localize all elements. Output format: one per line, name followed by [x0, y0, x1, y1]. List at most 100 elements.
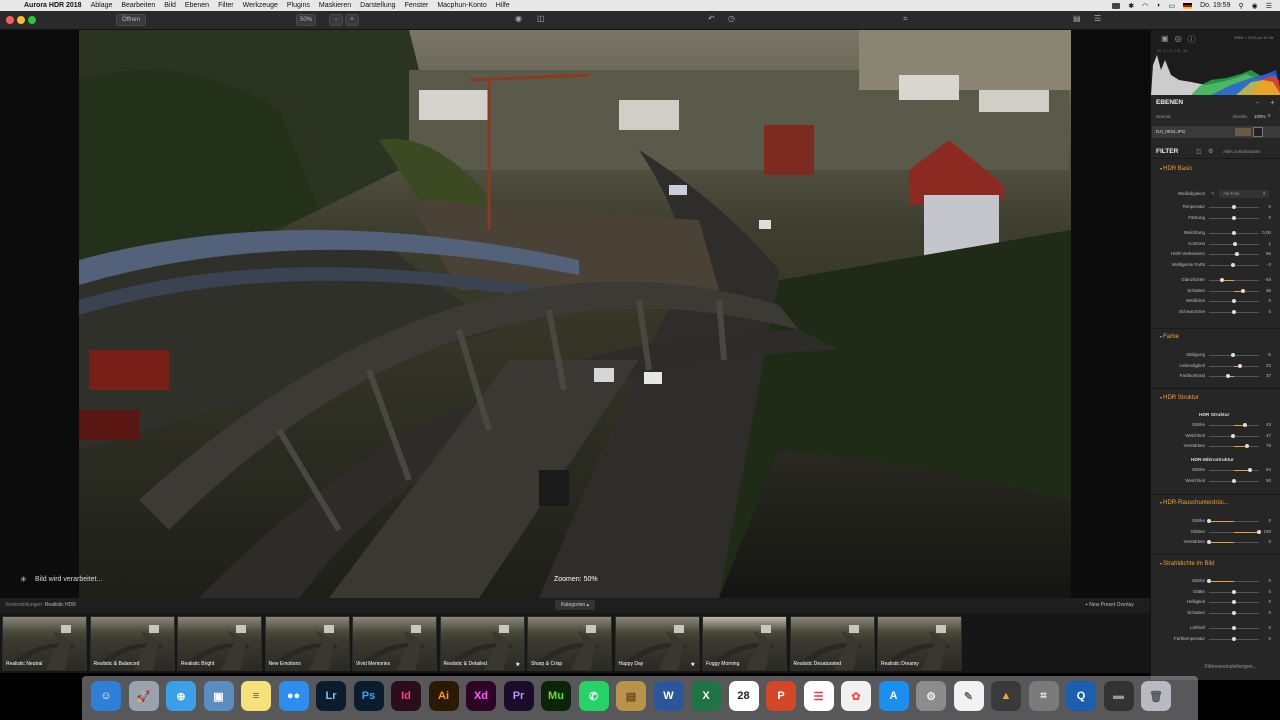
trash-icon[interactable]: 🗑	[1141, 681, 1171, 711]
status-menu-icon[interactable]	[1112, 2, 1121, 9]
app-store-icon[interactable]: A	[878, 681, 909, 711]
layer-settings-icon[interactable]: ⚙	[1267, 113, 1271, 119]
clock[interactable]: Do. 19:59	[1200, 2, 1230, 9]
photoshop-icon[interactable]: Ps	[353, 681, 384, 711]
menu-item-ablage[interactable]: Ablage	[91, 2, 113, 9]
preset-thumbnail[interactable]: Realistic Desaturated	[789, 616, 875, 671]
preset-thumbnail[interactable]: Foggy Morning	[702, 616, 787, 671]
adjustments-panel-icon[interactable]: ☰	[1094, 14, 1101, 23]
slider-track[interactable]	[1209, 278, 1259, 282]
slider-value[interactable]: 43	[1266, 422, 1271, 427]
slider-track[interactable]	[1209, 215, 1259, 220]
premiere-icon[interactable]: Pr	[503, 681, 534, 711]
illustrator-icon[interactable]: Ai	[428, 681, 459, 711]
white-balance-select[interactable]: Als Foto ⇕	[1219, 190, 1269, 198]
menu-item-darstellung[interactable]: Darstellung	[360, 2, 395, 9]
slider-track[interactable]	[1207, 519, 1259, 523]
group-hdr-struktur[interactable]: HDR Struktur	[1160, 395, 1199, 401]
bluetooth-icon[interactable]: ✱	[1128, 2, 1134, 10]
slider-knob[interactable]	[1207, 579, 1211, 583]
slider-knob[interactable]	[1232, 231, 1236, 235]
slider-value[interactable]: 36	[1266, 288, 1271, 293]
mask-icon[interactable]: ◫	[1196, 148, 1202, 155]
powerpoint-icon[interactable]: P	[766, 681, 796, 711]
system-preferences-icon[interactable]: ⚙	[916, 681, 946, 711]
whatsapp-icon[interactable]: ✆	[578, 681, 609, 711]
slider-track[interactable]	[1209, 231, 1259, 235]
slider-track[interactable]	[1209, 478, 1259, 483]
menu-item-bild[interactable]: Bild	[164, 2, 176, 9]
battery-icon[interactable]: ▭	[1168, 2, 1175, 10]
slider-value[interactable]: 0	[1268, 625, 1271, 630]
slider-value[interactable]: 0	[1268, 578, 1271, 583]
notification-center-icon[interactable]: ☰	[1266, 2, 1272, 10]
messages-icon[interactable]: ●●	[278, 681, 309, 711]
slider-value[interactable]: 0	[1268, 539, 1271, 544]
reminders-icon[interactable]: ☰	[803, 681, 834, 711]
slider-knob[interactable]	[1207, 519, 1211, 523]
new-preset-overlay-button[interactable]: + New Preset Overlay	[1085, 602, 1134, 608]
slider-value[interactable]: 100	[1263, 529, 1271, 534]
finder-icon[interactable]: ☺	[91, 681, 121, 711]
slider-track[interactable]	[1209, 600, 1259, 604]
preset-thumbnail[interactable]: Realistic Bright	[177, 616, 262, 671]
slider-track[interactable]	[1207, 579, 1259, 583]
menu-item-fenster[interactable]: Fenster	[405, 2, 429, 9]
slider-knob[interactable]	[1232, 626, 1236, 630]
slider-track[interactable]	[1209, 626, 1259, 630]
slider-track[interactable]	[1207, 540, 1259, 544]
slider-knob[interactable]	[1232, 636, 1236, 641]
preset-thumbnail[interactable]: Sharp & Crisp	[527, 616, 612, 671]
slider-value[interactable]: 37	[1266, 373, 1271, 378]
slider-track[interactable]	[1209, 468, 1259, 472]
slider-track[interactable]	[1209, 636, 1259, 641]
safari-icon[interactable]: ⊕	[166, 681, 196, 711]
slider-knob[interactable]	[1232, 600, 1236, 604]
filter-title[interactable]: FILTER	[1156, 148, 1178, 155]
open-button[interactable]: Öffnen	[116, 14, 146, 26]
group-farbe[interactable]: Farbe	[1160, 334, 1179, 340]
crop-icon[interactable]: ⌗	[903, 14, 908, 24]
excel-icon[interactable]: X	[691, 681, 721, 711]
zoom-in-button[interactable]: +	[345, 14, 359, 26]
siri-icon[interactable]: ◉	[1252, 2, 1258, 10]
layers-title[interactable]: EBENEN	[1156, 99, 1183, 106]
slider-value[interactable]: 0	[1268, 589, 1271, 594]
indesign-icon[interactable]: Id	[391, 681, 421, 711]
menu-item-werkzeuge[interactable]: Werkzeuge	[243, 2, 278, 9]
muse-icon[interactable]: Mu	[541, 681, 571, 711]
screenshot-icon[interactable]: ⌗	[1028, 681, 1059, 711]
downloads-folder-icon[interactable]: ▬	[1103, 681, 1134, 711]
slider-knob[interactable]	[1232, 205, 1236, 209]
eyedropper-icon[interactable]: ✎	[1211, 191, 1215, 197]
slider-knob[interactable]	[1243, 423, 1247, 427]
slider-knob[interactable]	[1245, 444, 1249, 448]
slider-track[interactable]	[1209, 205, 1259, 209]
slider-value[interactable]: 0,00	[1262, 230, 1271, 235]
preset-thumbnail[interactable]: Realistic Neutral	[2, 616, 87, 671]
launchpad-icon[interactable]: 🚀	[128, 681, 159, 711]
slider-knob[interactable]	[1230, 433, 1235, 438]
word-icon[interactable]: W	[653, 681, 684, 711]
slider-track[interactable]	[1209, 423, 1259, 427]
xd-icon[interactable]: Xd	[466, 681, 496, 711]
slider-track[interactable]	[1209, 363, 1259, 368]
slider-knob[interactable]	[1225, 374, 1230, 378]
preset-thumbnail[interactable]: Happy Day ★	[614, 616, 700, 671]
slider-knob[interactable]	[1232, 610, 1236, 615]
textedit-icon[interactable]: ✎	[953, 681, 984, 711]
slider-value[interactable]: 50	[1266, 478, 1271, 483]
slider-track[interactable]	[1209, 252, 1259, 256]
slider-track[interactable]	[1209, 353, 1259, 357]
slider-knob[interactable]	[1207, 540, 1211, 544]
blend-mode-select[interactable]: Normal	[1156, 114, 1171, 119]
slider-value[interactable]: 0	[1268, 204, 1271, 209]
preset-thumbnail[interactable]: Realistic & Balanced	[89, 616, 175, 671]
slider-knob[interactable]	[1248, 468, 1252, 472]
slider-knob[interactable]	[1235, 252, 1239, 256]
slider-knob[interactable]	[1220, 278, 1224, 282]
group-image-radiance[interactable]: Strahldichte im Bild	[1160, 561, 1214, 567]
calendar-icon[interactable]: 28	[728, 681, 759, 711]
slider-knob[interactable]	[1232, 478, 1236, 483]
menu-item-hilfe[interactable]: Hilfe	[496, 2, 510, 9]
